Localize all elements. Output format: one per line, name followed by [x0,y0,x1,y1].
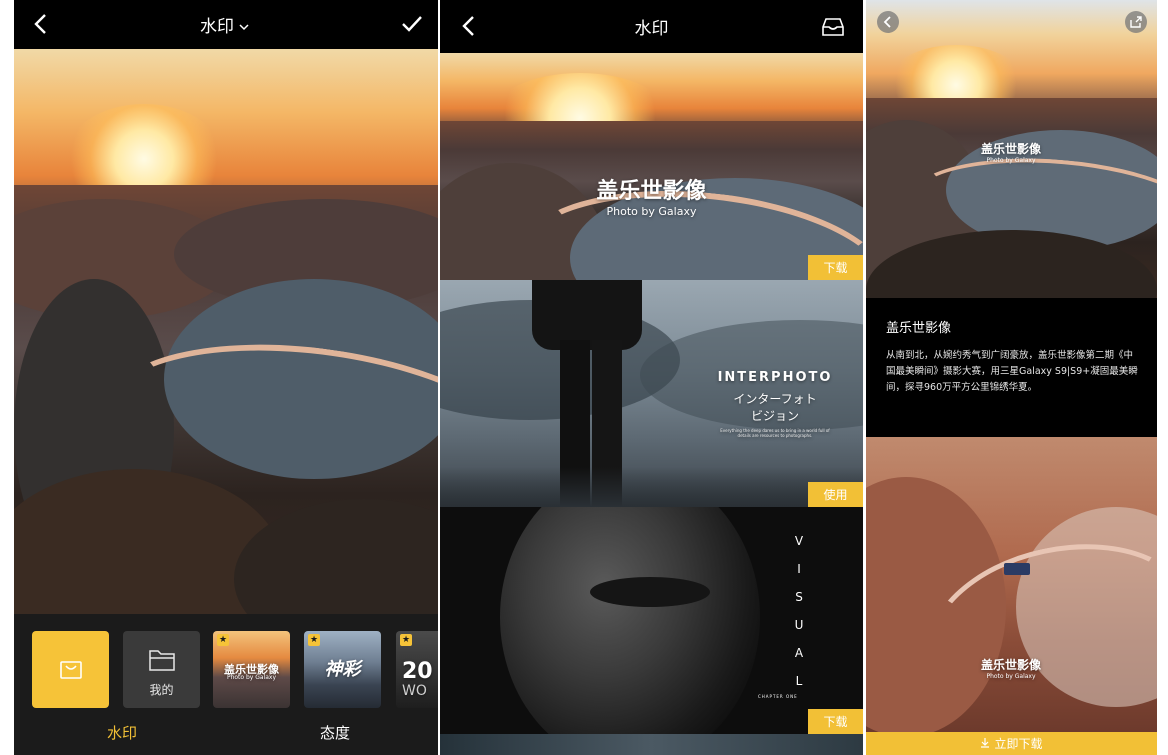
face-closeup [500,507,760,734]
detail-bottom-wm-title: 盖乐世影像 [980,658,1041,672]
use-button[interactable]: 使用 [808,482,863,507]
tab-attitude[interactable]: 态度 [320,722,350,743]
download-arrow-icon [980,737,990,751]
inbox-tray-icon[interactable] [821,16,845,38]
watermark-detail-screen: 盖乐世影像 Photo by Galaxy 盖乐世影像 从南到北，从婉约秀气到广… [866,0,1157,755]
editor-title: 水印 [200,17,234,37]
store-title: 水印 [634,19,669,39]
thumb-partial-text: WO [402,683,427,699]
card-galaxy-subtitle: Photo by Galaxy [606,205,697,218]
download-button[interactable]: 下载 [808,255,863,280]
my-watermarks-button[interactable]: 我的 [123,631,200,708]
watermark-info-section: 盖乐世影像 从南到北，从婉约秀气到广阔豪放，盖乐世影像第二期《中国最美瞬间》摄影… [866,298,1157,437]
watermark-card-next[interactable] [440,734,863,755]
watermark-picker-bar: 我的 ★ 盖乐世影像 Photo by Galaxy ★ 神彩 ★ 20 WO [14,614,438,755]
card-galaxy-watermark: 盖乐世影像 Photo by Galaxy [440,173,863,218]
detail-bottom-photo [866,437,1157,732]
editor-top-bar: 水印 [14,0,438,49]
detail-top-wm-title: 盖乐世影像 [980,142,1041,156]
card-interphoto-title: INTERPHOTO [717,370,833,385]
download-button[interactable]: 下载 [808,709,863,734]
editor-title-dropdown[interactable]: 水印 [14,0,438,49]
detail-heading: 盖乐世影像 [886,321,952,336]
detail-bottom-wm-subtitle: Photo by Galaxy [986,673,1036,680]
folder-icon [149,650,175,671]
store-top-bar: 水印 [440,0,863,53]
watermark-editor-screen: 水印 我的 ★ 盖乐世影像 Photo by Galaxy ★ 神彩 ★ 20 … [14,0,438,755]
bus-image [1004,563,1030,575]
landscape-photo [14,49,438,614]
star-badge-icon: ★ [217,634,229,646]
download-now-label: 立即下载 [994,737,1043,751]
watermark-thumb-partial[interactable]: ★ 20 WO [396,631,438,708]
download-now-button[interactable]: 立即下载 [866,732,1157,755]
back-arrow-icon[interactable] [877,11,899,33]
watermark-store-button[interactable] [32,631,109,708]
thumb-partial-number: 20 [402,659,433,684]
star-badge-icon: ★ [308,634,320,646]
visual-chapter-text: CHAPTER ONE [758,694,798,699]
confirm-check-icon[interactable] [400,12,424,36]
watermark-thumb-attitude[interactable]: ★ 神彩 [304,631,381,708]
chevron-down-icon [238,18,252,32]
thumb-attitude-text: 神彩 [324,659,361,680]
tab-watermark[interactable]: 水印 [107,722,137,743]
detail-description: 从南到北，从婉约秀气到广阔豪放，盖乐世影像第二期《中国最美瞬间》摄影大赛，用三星… [886,350,1138,393]
watermark-card-galaxy[interactable]: 盖乐世影像 Photo by Galaxy 下载 [440,53,863,280]
watermark-thumb-galaxy[interactable]: ★ 盖乐世影像 Photo by Galaxy [213,631,290,708]
watermark-card-interphoto[interactable]: INTERPHOTO インターフォト ビジョン Everything the d… [440,280,863,507]
detail-bottom-watermark: 盖乐世影像 Photo by Galaxy [936,656,1086,680]
card-interphoto-subtitle: インターフォト ビジョン [733,392,817,423]
star-badge-icon: ★ [400,634,412,646]
share-icon[interactable] [1125,11,1147,33]
card-interphoto-note: Everything the deep dares us to bring in… [720,428,830,438]
my-watermarks-label: 我的 [149,683,174,697]
card-galaxy-title: 盖乐世影像 [596,179,707,204]
thumb-galaxy-sub: Photo by Galaxy [226,674,277,681]
detail-top-wm-subtitle: Photo by Galaxy [986,157,1036,164]
watermark-card-visual[interactable]: V I S U A L CHAPTER ONE 下载 [440,507,863,734]
detail-top-watermark: 盖乐世影像 Photo by Galaxy [936,140,1086,164]
shopping-bag-icon [60,661,82,679]
watermark-store-screen: 水印 盖乐世影像 Photo by Galaxy 下载 INTERPHOTO イ… [440,0,863,755]
visual-vertical-letters: V I S U A L [794,534,804,688]
